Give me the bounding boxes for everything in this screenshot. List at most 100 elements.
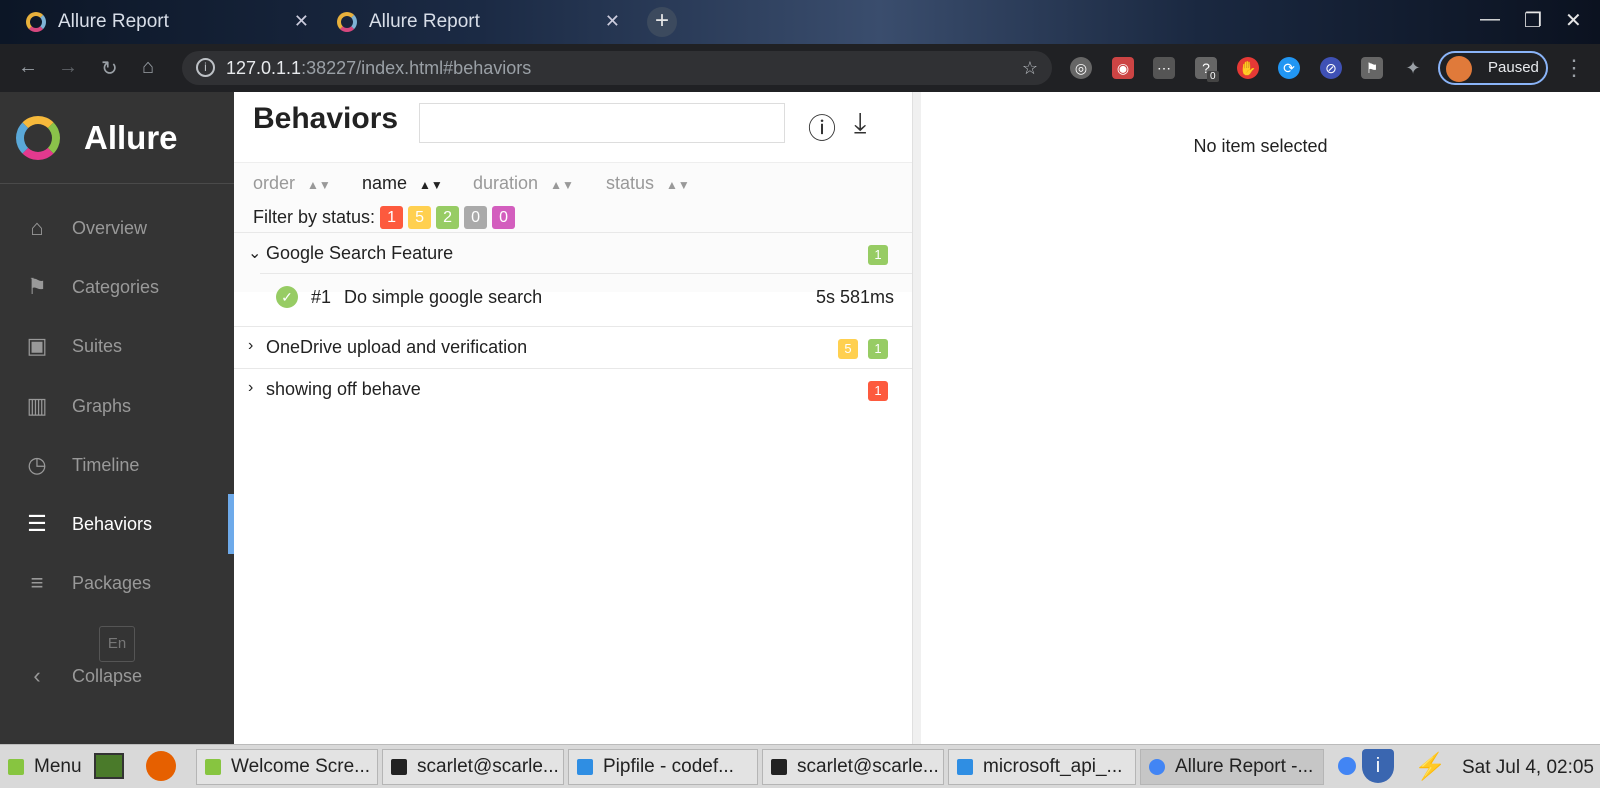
sort-by-duration[interactable]: duration ▲▼ (473, 173, 574, 194)
browser-menu-icon[interactable]: ⋮ (1563, 55, 1585, 81)
stop-hand-extension-icon[interactable]: ✋ (1237, 57, 1259, 79)
sort-by-status[interactable]: status ▲▼ (606, 173, 690, 194)
new-tab-button[interactable]: + (647, 7, 677, 37)
maximize-icon[interactable]: ❐ (1524, 8, 1542, 33)
taskbar-window[interactable]: Welcome Scre... (196, 749, 378, 785)
browser-tab[interactable]: Allure Report ✕ (22, 4, 317, 40)
sidebar-item-label: Behaviors (72, 513, 153, 534)
search-input[interactable] (419, 103, 785, 143)
url-host: 127.0.1.1 (226, 58, 302, 78)
sort-arrows-icon: ▲▼ (550, 178, 574, 192)
taskbar-window[interactable]: Pipfile - codef... (568, 749, 758, 785)
sidebar-item-label: Categories (72, 276, 160, 297)
taskbar-window-label: Welcome Scre... (231, 756, 371, 777)
close-tab-icon[interactable]: ✕ (294, 11, 309, 32)
block-extension-icon[interactable]: ⊘ (1320, 57, 1342, 79)
pane-splitter[interactable] (912, 92, 921, 744)
sort-arrows-icon: ▲▼ (666, 178, 690, 192)
close-window-icon[interactable]: ✕ (1565, 8, 1582, 33)
site-info-icon[interactable]: i (196, 58, 215, 77)
filter-broken-badge[interactable]: 5 (408, 206, 432, 229)
network-plug-icon[interactable]: ⚡ (1414, 751, 1446, 782)
taskbar-window-active[interactable]: Allure Report -... (1140, 749, 1324, 785)
show-desktop-icon[interactable] (94, 753, 124, 779)
profile-button[interactable]: Paused (1438, 51, 1548, 85)
bar-chart-icon: ▥ (26, 393, 48, 418)
sidebar-item-label: Overview (72, 217, 148, 238)
tab-title: Allure Report (58, 11, 169, 32)
chevron-right-icon: › (248, 337, 254, 354)
bookmark-star-icon[interactable]: ☆ (1022, 51, 1038, 85)
url-path: :38227/index.html#behaviors (301, 58, 532, 78)
passed-count-badge: 1 (868, 245, 888, 265)
firefox-icon[interactable] (146, 751, 176, 781)
collapse-button[interactable]: ‹ Collapse (0, 646, 234, 706)
extension-eyes-icon[interactable]: ◉ (1112, 57, 1134, 79)
filter-failed-badge[interactable]: 1 (380, 206, 404, 229)
taskbar-window-label: Pipfile - codef... (603, 756, 734, 777)
mint-logo-icon (8, 759, 24, 775)
behavior-group-row[interactable]: › OneDrive upload and verification 5 1 (234, 326, 912, 368)
url-field[interactable]: i 127.0.1.1:38227/index.html#behaviors ☆ (182, 51, 1052, 85)
sidebar-item-packages[interactable]: ≡ Packages (0, 553, 234, 613)
shield-info-icon[interactable]: i (1362, 749, 1394, 783)
taskbar-window[interactable]: scarlet@scarle... (382, 749, 564, 785)
chevron-down-icon: ⌄ (248, 245, 262, 262)
extension-badge: 0 (1207, 71, 1219, 82)
sort-by-order[interactable]: order ▲▼ (253, 173, 331, 194)
sidebar-item-overview[interactable]: ⌂ Overview (0, 198, 234, 258)
forward-arrow-icon[interactable]: → (58, 56, 78, 79)
test-case-row[interactable]: ✓ #1 Do simple google search 5s 581ms (260, 273, 912, 323)
start-menu-label: Menu (34, 756, 82, 777)
back-arrow-icon[interactable]: ← (18, 56, 38, 79)
filter-passed-badge[interactable]: 2 (436, 206, 460, 229)
close-tab-icon[interactable]: ✕ (605, 11, 620, 32)
sort-arrows-icon: ▲▼ (307, 178, 331, 192)
start-menu-button[interactable]: Menu (0, 749, 86, 785)
sidebar-item-categories[interactable]: ⚑ Categories (0, 257, 234, 317)
puzzle-extensions-icon[interactable]: ✦ (1402, 57, 1424, 79)
sidebar-item-label: Suites (72, 335, 123, 356)
terminal-icon (771, 759, 787, 775)
welcome-app-icon (205, 759, 221, 775)
behavior-group-row[interactable]: › showing off behave 1 (234, 368, 912, 410)
filter-skipped-badge[interactable]: 0 (464, 206, 488, 229)
sidebar-item-behaviors[interactable]: ☰ Behaviors (0, 494, 234, 554)
sidebar-item-timeline[interactable]: ◷ Timeline (0, 435, 234, 495)
flag-extension-icon[interactable]: ⚑ (1361, 57, 1383, 79)
globe-extension-icon[interactable]: ◎ (1070, 57, 1092, 79)
list-icon: ☰ (27, 511, 47, 536)
chevron-left-icon: ‹ (33, 663, 41, 688)
detail-pane: No item selected (921, 92, 1600, 744)
sidebar-item-graphs[interactable]: ▥ Graphs (0, 376, 234, 436)
taskbar-window[interactable]: scarlet@scarle... (762, 749, 944, 785)
clock[interactable]: Sat Jul 4, 02:05 (1462, 757, 1594, 779)
align-left-icon: ≡ (30, 570, 44, 595)
group-status-badges: 1 (863, 379, 888, 401)
vscode-icon (957, 759, 973, 775)
info-icon[interactable]: ⓘ (808, 107, 836, 147)
sidebar-item-suites[interactable]: ▣ Suites (0, 316, 234, 376)
brand-name: Allure (84, 118, 178, 156)
reload-icon[interactable]: ↻ (101, 56, 118, 81)
clock-icon: ◷ (27, 452, 47, 477)
status-filter: Filter by status: 1 5 2 0 0 (253, 206, 516, 229)
extension-dots-icon[interactable]: ⋯ (1153, 57, 1175, 79)
download-icon[interactable]: ⤓ (854, 107, 866, 140)
minimize-icon[interactable]: — (1480, 8, 1500, 31)
flag-icon: ⚑ (27, 274, 47, 299)
browser-tabstrip: Allure Report ✕ Allure Report ✕ + — ❐ ✕ (0, 0, 1600, 44)
behavior-group-row[interactable]: ⌄ Google Search Feature 1 (234, 232, 912, 274)
filter-label: Filter by status: (253, 207, 376, 227)
taskbar-window-label: microsoft_api_... (983, 756, 1123, 777)
taskbar-window[interactable]: microsoft_api_... (948, 749, 1136, 785)
brand[interactable]: Allure (0, 92, 234, 184)
browser-tab-active[interactable]: Allure Report ✕ (333, 4, 628, 40)
home-icon[interactable]: ⌂ (142, 56, 154, 79)
filter-unknown-badge[interactable]: 0 (492, 206, 516, 229)
sync-extension-icon[interactable]: ⟳ (1278, 57, 1300, 79)
profile-status: Paused (1488, 59, 1539, 76)
taskbar-window-label: scarlet@scarle... (797, 756, 939, 777)
sort-by-name[interactable]: name ▲▼ (362, 173, 443, 194)
chrome-tray-icon[interactable] (1338, 757, 1356, 775)
